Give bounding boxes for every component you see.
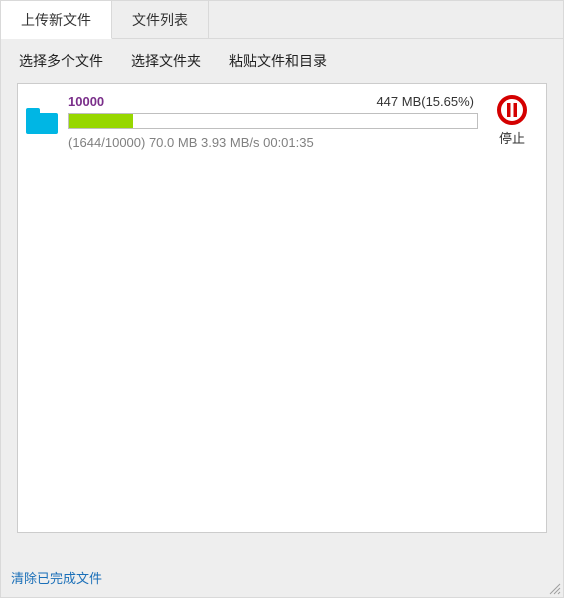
stop-label: 停止 [486, 128, 538, 147]
tab-bar: 上传新文件 文件列表 [1, 1, 563, 39]
folder-icon [26, 108, 58, 134]
upload-size: 447 MB(15.65%) [376, 94, 474, 109]
pause-icon [496, 94, 528, 126]
pause-button[interactable] [496, 94, 528, 126]
clear-finished-link[interactable]: 清除已完成文件 [11, 568, 102, 587]
upload-stats: (1644/10000) 70.0 MB 3.93 MB/s 00:01:35 [68, 135, 478, 150]
progress-bar [68, 113, 478, 129]
tab-file-list[interactable]: 文件列表 [112, 1, 209, 38]
stop-column: 停止 [486, 94, 538, 147]
resize-grip[interactable] [547, 581, 561, 595]
upload-window: 上传新文件 文件列表 选择多个文件 选择文件夹 粘贴文件和目录 10000 44… [0, 0, 564, 598]
paste-files-button[interactable]: 粘贴文件和目录 [229, 51, 327, 71]
upload-header: 10000 447 MB(15.65%) [68, 94, 478, 109]
upload-name: 10000 [68, 94, 104, 109]
select-multiple-files-button[interactable]: 选择多个文件 [19, 51, 103, 71]
upload-item: 10000 447 MB(15.65%) (1644/10000) 70.0 M… [18, 84, 546, 158]
upload-list: 10000 447 MB(15.65%) (1644/10000) 70.0 M… [17, 83, 547, 533]
progress-fill [69, 114, 133, 128]
select-folder-button[interactable]: 选择文件夹 [131, 51, 201, 71]
tab-upload-new[interactable]: 上传新文件 [1, 1, 112, 39]
upload-main: 10000 447 MB(15.65%) (1644/10000) 70.0 M… [68, 94, 478, 150]
toolbar: 选择多个文件 选择文件夹 粘贴文件和目录 [1, 39, 563, 83]
